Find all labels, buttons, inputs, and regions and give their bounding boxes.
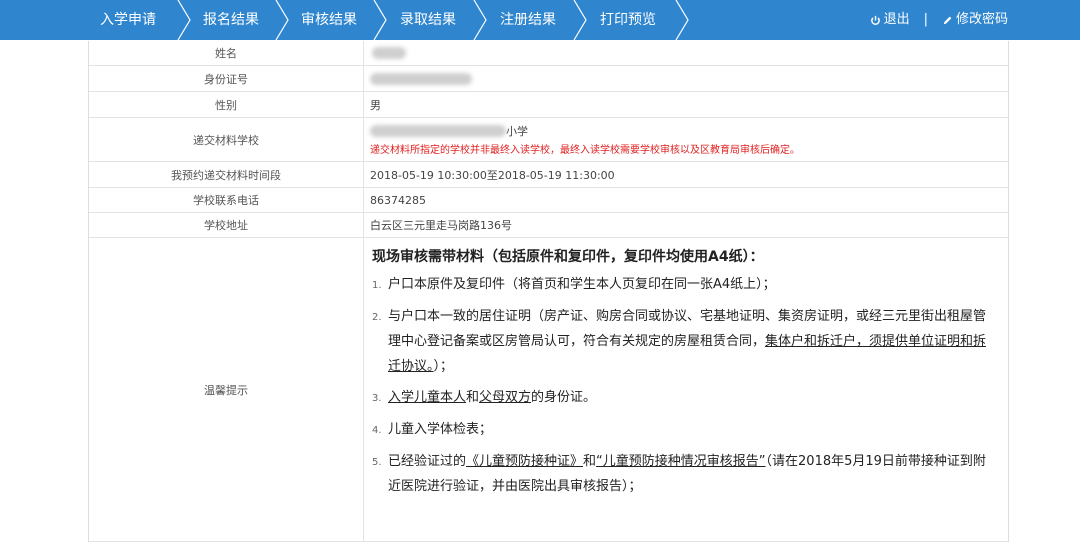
- power-icon: [870, 15, 880, 25]
- table-row: 我预约递交材料时间段 2018-05-19 10:30:00至2018-05-1…: [89, 162, 1008, 188]
- tab-review-result[interactable]: 审核结果: [284, 0, 374, 40]
- applicant-info-table: 姓名 身份证号 性别 男 递交材料学校 小学 递交材料所指定的学校并非最终入读学…: [88, 41, 1009, 542]
- address-label: 学校地址: [89, 213, 364, 237]
- list-item: 5. 已经验证过的《儿童预防接种证》和“儿童预防接种情况审核报告”（请在2018…: [372, 454, 986, 494]
- tips-content: 现场审核需带材料（包括原件和复印件，复印件均使用A4纸）： 1. 户口本原件及复…: [364, 238, 1008, 541]
- table-row: 姓名: [89, 41, 1008, 66]
- logout-link[interactable]: 退出: [870, 0, 910, 40]
- tab-enrollment-result[interactable]: 注册结果: [482, 0, 574, 40]
- tips-label: 温馨提示: [89, 238, 364, 541]
- school-notice: 递交材料所指定的学校并非最终入读学校，最终入读学校需要学校审核以及区教育局审核后…: [370, 145, 800, 156]
- appointment-value: 2018-05-19 10:30:00至2018-05-19 11:30:00: [370, 168, 615, 182]
- gender-value: 男: [370, 98, 381, 112]
- change-password-label: 修改密码: [955, 12, 1008, 27]
- tips-title: 现场审核需带材料（包括原件和复印件，复印件均使用A4纸）：: [372, 249, 764, 265]
- tips-list: 1. 户口本原件及复印件（将首页和学生本人页复印在同一张A4纸上）； 2. 与户…: [372, 272, 998, 499]
- address-value: 白云区三元里走马岗路136号: [370, 219, 512, 232]
- name-label: 姓名: [89, 41, 364, 65]
- phone-label: 学校联系电话: [89, 188, 364, 212]
- nav-separator: |: [923, 12, 928, 27]
- pencil-icon: [943, 16, 952, 24]
- id-number-label: 身份证号: [89, 66, 364, 91]
- list-item: 2. 与户口本一致的居住证明（房产证、购房合同或协议、宅基地证明、集资房证明，或…: [372, 309, 987, 374]
- account-links: 退出 | 修改密码: [870, 0, 1008, 40]
- tab-enroll-apply[interactable]: 入学申请: [78, 0, 178, 40]
- list-item: 4. 儿童入学体检表；: [372, 422, 493, 437]
- school-suffix: 小学: [506, 125, 528, 138]
- redacted-school-name: [370, 125, 506, 137]
- table-row: 学校联系电话 86374285: [89, 188, 1008, 213]
- tab-admission-result[interactable]: 录取结果: [382, 0, 474, 40]
- tab-registration-result[interactable]: 报名结果: [186, 0, 276, 40]
- table-row: 学校地址 白云区三元里走马岗路136号: [89, 213, 1008, 238]
- top-nav-bar: 入学申请 报名结果 审核结果 录取结果 注册结果 打印预览 退出 | 修改密码: [0, 0, 1080, 40]
- redacted-name: [372, 47, 406, 59]
- table-row: 递交材料学校 小学 递交材料所指定的学校并非最终入读学校，最终入读学校需要学校审…: [89, 118, 1008, 162]
- table-row: 身份证号: [89, 66, 1008, 92]
- school-label: 递交材料学校: [89, 118, 364, 161]
- gender-label: 性别: [89, 92, 364, 117]
- id-number-value: [364, 66, 1008, 91]
- table-row: 性别 男: [89, 92, 1008, 118]
- name-value: [364, 41, 1008, 65]
- list-item: 3. 入学儿童本人和父母双方的身份证。: [372, 390, 597, 405]
- redacted-id-number: [370, 72, 472, 85]
- logout-label: 退出: [883, 12, 910, 27]
- tips-row: 温馨提示 现场审核需带材料（包括原件和复印件，复印件均使用A4纸）： 1. 户口…: [89, 238, 1008, 542]
- list-item: 1. 户口本原件及复印件（将首页和学生本人页复印在同一张A4纸上）；: [372, 277, 776, 292]
- change-password-link[interactable]: 修改密码: [942, 0, 1008, 40]
- appointment-label: 我预约递交材料时间段: [89, 162, 364, 187]
- tab-print-preview[interactable]: 打印预览: [580, 0, 676, 40]
- chevron-right-icon: [675, 0, 689, 40]
- phone-value: 86374285: [370, 193, 426, 207]
- school-value: 小学 递交材料所指定的学校并非最终入读学校，最终入读学校需要学校审核以及区教育局…: [364, 118, 1008, 161]
